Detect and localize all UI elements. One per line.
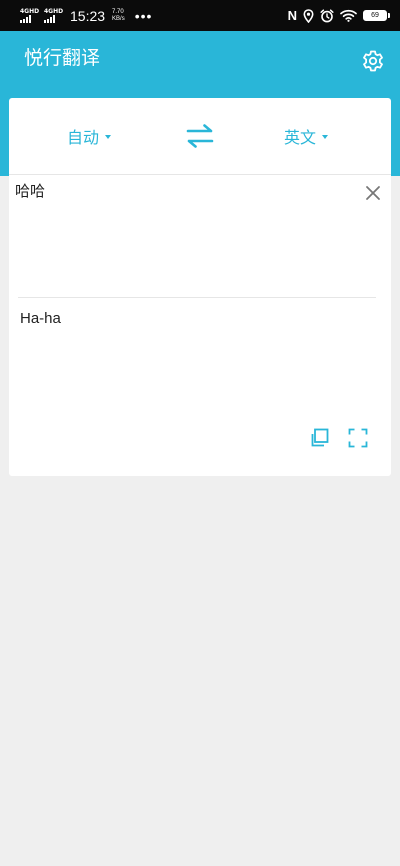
target-language-select[interactable]: 英文 (284, 124, 329, 148)
copy-icon (311, 428, 329, 447)
nfc-icon: N (287, 8, 297, 23)
signal-2-bars-icon (44, 15, 55, 23)
network-speed: 7.70 KB/s (112, 9, 125, 23)
copy-button[interactable] (309, 428, 329, 448)
settings-button[interactable] (361, 49, 385, 73)
target-language-caret-icon (322, 135, 329, 139)
fullscreen-button[interactable] (348, 428, 368, 448)
fullscreen-icon (348, 428, 368, 448)
language-selector-row: 自动 英文 (9, 98, 391, 175)
signal-1-label: 4GHD (20, 8, 40, 15)
swap-arrows-icon (186, 124, 214, 148)
network-speed-value: 7.70 (112, 8, 124, 15)
translation-card: 自动 英文 哈哈 Ha-ha (9, 98, 391, 476)
gear-icon (363, 50, 383, 72)
wifi-icon (340, 9, 357, 22)
source-language-caret-icon (105, 135, 112, 139)
battery-level: 69 (363, 10, 387, 21)
status-right: N 69 (288, 8, 390, 23)
source-text-input[interactable]: 哈哈 (15, 180, 45, 201)
divider (18, 297, 376, 298)
battery-icon: 69 (363, 10, 390, 21)
status-time: 15:23 (70, 7, 106, 24)
signal-2: 4GHD (44, 8, 64, 23)
more-notifications-icon: ••• (134, 7, 153, 24)
location-icon (303, 8, 314, 23)
swap-languages-button[interactable] (186, 123, 214, 149)
target-language-label: 英文 (284, 128, 317, 147)
close-icon (366, 186, 380, 200)
network-speed-unit: KB/s (112, 15, 125, 22)
source-language-label: 自动 (67, 128, 100, 147)
app-title: 悦行翻译 (24, 47, 101, 69)
source-language-select[interactable]: 自动 (67, 124, 112, 148)
signal-2-label: 4GHD (44, 8, 64, 15)
clear-button[interactable] (365, 185, 381, 201)
signal-1: 4GHD (20, 8, 40, 23)
alarm-icon (320, 8, 334, 22)
status-left: 4GHD 4GHD 15:23 7.70 KB/s ••• (20, 8, 152, 24)
translation-result: Ha-ha (20, 310, 61, 327)
status-bar: 4GHD 4GHD 15:23 7.70 KB/s ••• N 69 (0, 0, 400, 31)
signal-1-bars-icon (20, 15, 31, 23)
